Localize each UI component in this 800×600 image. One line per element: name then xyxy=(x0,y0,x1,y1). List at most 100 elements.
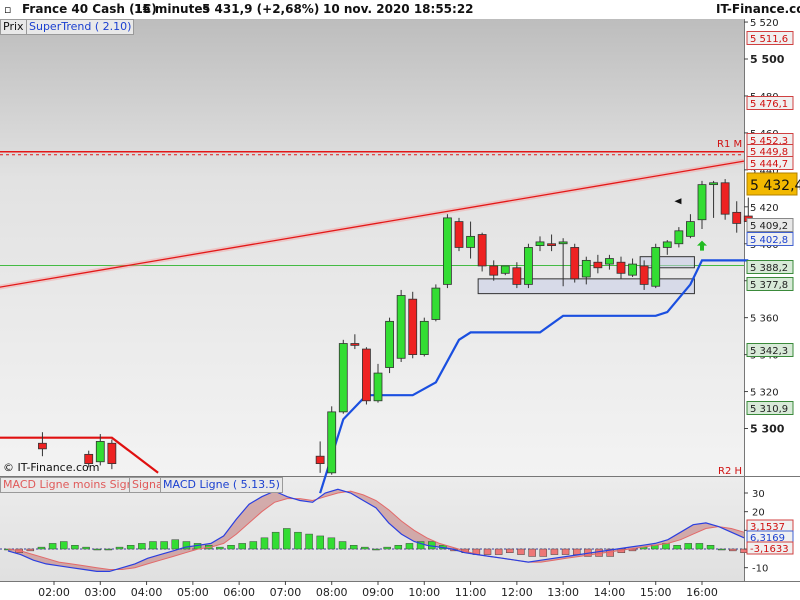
candle-body-33 xyxy=(651,247,661,287)
macd-histogram-bar-15 xyxy=(171,539,180,550)
macd-histogram-bar-10 xyxy=(115,546,124,550)
candle-body-3 xyxy=(107,442,117,465)
macd-histogram-bar-4 xyxy=(48,543,57,550)
price-tag-8: 5 388,2 xyxy=(750,263,788,274)
time-tick-label-6: 08:00 xyxy=(316,586,348,599)
candle-body-21 xyxy=(512,267,522,285)
candle-body-6 xyxy=(338,343,348,413)
macd-histogram-bar-12 xyxy=(138,543,146,550)
candle-body-34 xyxy=(662,241,672,248)
macd-histogram-bar-33 xyxy=(372,548,380,551)
macd-histogram-bar-20 xyxy=(227,545,235,550)
candle-body-15 xyxy=(443,217,452,285)
macd-histogram-bar-35 xyxy=(394,545,403,550)
candle-body-22 xyxy=(524,247,533,285)
price-panel-bg xyxy=(0,19,744,476)
macd-histogram-bar-27 xyxy=(305,533,313,550)
price-tag-1: 5 476,1 xyxy=(750,99,788,110)
macd-histogram-bar-47 xyxy=(528,548,536,557)
macd-histogram-bar-25 xyxy=(283,528,291,550)
candle-body-14 xyxy=(431,287,441,320)
price-chart[interactable]: 5 5205 5005 4805 4605 4405 4205 4005 380… xyxy=(0,0,800,600)
macd-histogram-bar-62 xyxy=(695,543,704,550)
time-tick-label-0: 02:00 xyxy=(38,586,70,599)
macd-line-legend[interactable]: MACD Ligne ( 5.13.5) xyxy=(160,477,283,493)
r1m-level-label: R1 M xyxy=(717,139,742,150)
macd-histogram-bar-50 xyxy=(561,548,570,555)
macd-histogram-bar-46 xyxy=(517,548,525,555)
macd-histogram-bar-5 xyxy=(60,541,68,550)
time-tick-label-2: 04:00 xyxy=(131,586,163,599)
macd-histogram-bar-66 xyxy=(740,548,748,553)
time-tick-label-14: 16:00 xyxy=(686,586,718,599)
time-tick-label-5: 07:00 xyxy=(270,586,302,599)
macd-histogram-bar-9 xyxy=(104,548,113,551)
time-tick-label-9: 11:00 xyxy=(455,586,487,599)
macd-histogram-bar-61 xyxy=(684,543,692,550)
candle-body-7 xyxy=(350,343,360,346)
macd-histogram-bar-28 xyxy=(316,535,324,550)
price-tag-6: 5 409,2 xyxy=(750,221,788,232)
candle-body-4 xyxy=(315,455,325,465)
macd-histogram-bar-34 xyxy=(383,546,391,550)
price-tag-0: 5 511,6 xyxy=(750,34,788,45)
candle-body-23 xyxy=(535,241,545,246)
candle-body-31 xyxy=(628,263,637,276)
candle-body-35 xyxy=(674,230,684,245)
candle-body-0 xyxy=(38,442,47,450)
candle-body-20 xyxy=(500,265,510,274)
macd-histogram-bar-14 xyxy=(160,541,168,550)
candle-body-37 xyxy=(697,184,707,221)
macd-histogram-bar-19 xyxy=(216,546,224,550)
time-tick-label-12: 14:00 xyxy=(594,586,626,599)
price-tick-label-10: 5 320 xyxy=(750,388,779,399)
candle-body-11 xyxy=(396,295,406,359)
macd-histogram-bar-29 xyxy=(327,537,336,550)
macd-histogram-bar-23 xyxy=(260,537,269,550)
macd-tick-label-4: -10 xyxy=(752,564,768,575)
time-tick-label-13: 15:00 xyxy=(640,586,672,599)
candle-body-29 xyxy=(605,258,614,265)
price-tag-5: 5 432,4 xyxy=(750,178,800,194)
time-tick-label-11: 13:00 xyxy=(547,586,579,599)
macd-histogram-bar-43 xyxy=(483,548,492,555)
time-tick-label-1: 03:00 xyxy=(84,586,116,599)
candle-body-25 xyxy=(558,241,568,245)
macd-histogram-bar-21 xyxy=(238,543,246,550)
r2h-level-label: R2 H xyxy=(718,466,742,477)
time-tick-label-8: 10:00 xyxy=(408,586,440,599)
supertrend-legend[interactable]: SuperTrend ( 2.10) xyxy=(26,19,135,35)
price-tick-label-8: 5 360 xyxy=(750,314,779,325)
candle-body-2 xyxy=(95,441,105,463)
prix-legend[interactable]: Prix xyxy=(0,19,27,35)
time-tick-label-3: 05:00 xyxy=(177,586,209,599)
candle-body-30 xyxy=(616,261,626,274)
price-tag-4: 5 444,7 xyxy=(750,159,788,170)
chart-root: ▫ France 40 Cash (1€) 15 minutes 5 431,9… xyxy=(0,0,800,600)
macd-histogram-bar-65 xyxy=(729,548,737,552)
macd-histogram-legend[interactable]: MACD Ligne moins Signal xyxy=(0,477,147,493)
time-tick-label-4: 06:00 xyxy=(223,586,255,599)
macd-tick-label-0: 30 xyxy=(752,489,765,500)
candle-body-13 xyxy=(419,320,429,356)
macd-histogram-bar-64 xyxy=(717,548,726,551)
macd-histogram-bar-63 xyxy=(706,545,715,550)
macd-tick-label-1: 20 xyxy=(752,508,765,519)
macd-histogram-bar-22 xyxy=(249,541,258,550)
macd-histogram-bar-49 xyxy=(550,548,559,555)
candle-body-26 xyxy=(570,247,580,280)
price-tag-11: 5 310,9 xyxy=(750,404,788,415)
macd-histogram-bar-45 xyxy=(506,548,514,553)
price-tick-label-1: 5 500 xyxy=(750,53,785,66)
macd-histogram-bar-44 xyxy=(494,548,503,555)
macd-histogram-bar-26 xyxy=(294,531,302,550)
macd-histogram-bar-31 xyxy=(349,545,358,550)
candle-body-28 xyxy=(593,261,603,269)
candle-body-38 xyxy=(709,182,718,186)
candle-body-27 xyxy=(581,259,591,278)
macd-histogram-bar-24 xyxy=(271,531,280,550)
macd-histogram-bar-11 xyxy=(126,545,135,550)
macd-histogram-bar-13 xyxy=(149,541,157,550)
price-tick-label-5: 5 420 xyxy=(750,203,779,214)
macd-histogram-bar-7 xyxy=(82,546,90,550)
